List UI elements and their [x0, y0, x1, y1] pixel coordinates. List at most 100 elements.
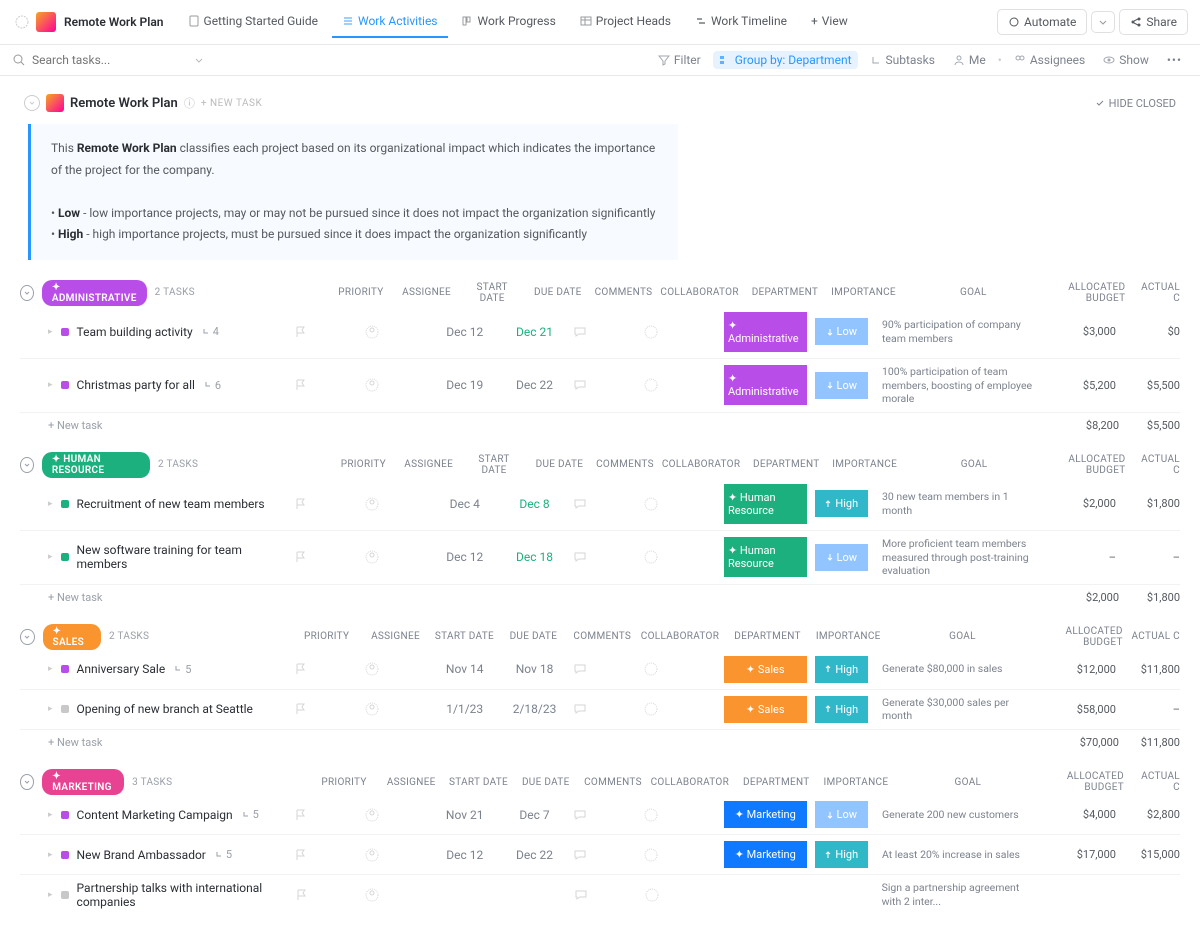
automate-dropdown-button[interactable] — [1091, 11, 1115, 33]
view-tab-work-activities[interactable]: Work Activities — [332, 6, 448, 38]
due-date-cell[interactable]: Dec 22 — [504, 378, 566, 392]
collapse-icon[interactable] — [20, 457, 34, 473]
comments-cell[interactable] — [573, 497, 635, 511]
task-name[interactable]: Christmas party for all — [77, 378, 195, 392]
collaborator-cell[interactable] — [644, 887, 717, 903]
col-goal[interactable]: GOAL — [897, 287, 1050, 298]
collaborator-cell[interactable] — [643, 324, 716, 340]
subtask-indicator[interactable]: 5 — [241, 808, 259, 821]
assignee-cell[interactable] — [364, 324, 426, 340]
group-pill[interactable]: ✦ Human Resource — [42, 452, 150, 478]
task-name[interactable]: New Brand Ambassador — [77, 848, 206, 862]
group-pill[interactable]: ✦ Sales — [43, 624, 101, 650]
start-date-cell[interactable]: Dec 12 — [434, 848, 496, 862]
task-row[interactable]: ▸ Partnership talks with international c… — [20, 875, 1180, 915]
importance-tag[interactable]: High — [815, 490, 868, 517]
group-pill[interactable]: ✦ Administrative — [42, 280, 147, 306]
col-importance[interactable]: IMPORTANCE — [832, 459, 890, 470]
task-row[interactable]: ▸ Anniversary Sale 5 Nov 14 Nov 18 ✦ Sal… — [20, 650, 1180, 690]
comments-cell[interactable] — [573, 808, 635, 822]
col-dept[interactable]: DEPARTMENT — [748, 459, 824, 470]
status-square-icon[interactable] — [61, 328, 69, 336]
assignee-cell[interactable] — [364, 847, 426, 863]
priority-cell[interactable] — [294, 662, 356, 676]
col-dept[interactable]: DEPARTMENT — [737, 777, 815, 788]
col-due[interactable]: DUE DATE — [503, 631, 564, 642]
start-date-cell[interactable]: Nov 14 — [434, 662, 496, 676]
goal-cell[interactable]: Generate $80,000 in sales — [876, 662, 1041, 676]
actual-cell[interactable]: – — [1130, 551, 1180, 564]
group-pill[interactable]: ✦ Marketing — [42, 769, 124, 795]
department-tag[interactable]: ✦ Sales — [724, 656, 807, 683]
importance-tag[interactable]: High — [815, 696, 868, 723]
department-tag[interactable]: ✦ Administrative — [724, 312, 807, 352]
col-collab[interactable]: COLLABORATOR — [660, 287, 738, 298]
priority-cell[interactable] — [294, 848, 356, 862]
view-tab-work-progress[interactable]: Work Progress — [452, 6, 566, 38]
filter-button[interactable]: Filter — [652, 51, 707, 69]
caret-icon[interactable]: ▸ — [48, 552, 53, 562]
col-actual[interactable]: ACTUAL C — [1133, 282, 1180, 304]
department-tag[interactable]: ✦ Marketing — [724, 801, 807, 828]
actual-cell[interactable]: $1,800 — [1130, 497, 1180, 510]
goal-cell[interactable]: Generate $30,000 sales per month — [876, 696, 1041, 723]
hide-closed-button[interactable]: HIDE CLOSED — [1095, 97, 1176, 110]
start-date-cell[interactable]: Dec 12 — [434, 325, 496, 339]
caret-icon[interactable]: ▸ — [48, 704, 53, 714]
col-budget[interactable]: ALLOCATED BUDGET — [1054, 771, 1124, 793]
view-tab-work-timeline[interactable]: Work Timeline — [685, 6, 797, 38]
budget-cell[interactable]: $3,000 — [1049, 325, 1122, 338]
search-input[interactable] — [32, 53, 188, 67]
col-goal[interactable]: GOAL — [889, 777, 1046, 788]
task-row[interactable]: ▸ New Brand Ambassador 5 Dec 12 Dec 22 ✦… — [20, 835, 1180, 875]
comments-cell[interactable] — [574, 888, 636, 902]
actual-cell[interactable]: $0 — [1130, 325, 1180, 338]
actual-cell[interactable]: $5,500 — [1130, 379, 1180, 392]
goal-cell[interactable]: 30 new team members in 1 month — [876, 490, 1041, 517]
priority-cell[interactable] — [294, 497, 356, 511]
caret-icon[interactable]: ▸ — [48, 664, 53, 674]
col-due[interactable]: DUE DATE — [531, 459, 588, 470]
view-tab-add[interactable]: + View — [801, 6, 858, 38]
status-square-icon[interactable] — [61, 851, 69, 859]
task-row[interactable]: ▸ Team building activity 4 Dec 12 Dec 21… — [20, 306, 1180, 359]
start-date-cell[interactable]: Dec 19 — [434, 378, 496, 392]
assignee-cell[interactable] — [364, 887, 426, 903]
new-task-header-button[interactable]: + NEW TASK — [201, 98, 262, 109]
assignee-cell[interactable] — [364, 701, 426, 717]
app-logo-icon[interactable] — [12, 12, 32, 32]
col-due[interactable]: DUE DATE — [516, 777, 575, 788]
status-square-icon[interactable] — [61, 381, 69, 389]
col-goal[interactable]: GOAL — [882, 631, 1043, 642]
assignee-cell[interactable] — [364, 661, 426, 677]
due-date-cell[interactable]: Dec 22 — [504, 848, 566, 862]
department-tag[interactable]: ✦ Human Resource — [724, 537, 807, 577]
priority-cell[interactable] — [294, 808, 356, 822]
col-budget[interactable]: ALLOCATED BUDGET — [1058, 282, 1126, 304]
budget-cell[interactable]: $4,000 — [1049, 808, 1122, 821]
assignee-cell[interactable] — [364, 496, 426, 512]
budget-cell[interactable]: $12,000 — [1049, 663, 1122, 676]
col-priority[interactable]: PRIORITY — [335, 459, 392, 470]
task-name[interactable]: New software training for team members — [77, 543, 287, 571]
col-assignee[interactable]: ASSIGNEE — [365, 631, 426, 642]
col-collab[interactable]: COLLABORATOR — [641, 631, 719, 642]
col-actual[interactable]: ACTUAL C — [1134, 454, 1180, 476]
col-comments[interactable]: COMMENTS — [583, 777, 642, 788]
subtasks-button[interactable]: Subtasks — [864, 51, 941, 69]
due-date-cell[interactable]: Dec 18 — [504, 550, 566, 564]
automate-button[interactable]: Automate — [997, 9, 1087, 35]
col-goal[interactable]: GOAL — [898, 459, 1050, 470]
priority-cell[interactable] — [294, 550, 356, 564]
view-tab-project-heads[interactable]: Project Heads — [570, 6, 681, 38]
assignee-cell[interactable] — [364, 377, 426, 393]
actual-cell[interactable]: $15,000 — [1130, 848, 1180, 861]
list-title[interactable]: Remote Work Plan — [64, 15, 164, 29]
more-button[interactable]: ••• — [1161, 51, 1188, 69]
assignee-cell[interactable] — [364, 549, 426, 565]
due-date-cell[interactable]: Dec 7 — [504, 808, 566, 822]
comments-cell[interactable] — [573, 848, 635, 862]
show-button[interactable]: Show — [1097, 51, 1155, 69]
department-tag[interactable]: ✦ Marketing — [724, 841, 807, 868]
goal-cell[interactable]: Sign a partnership agreement with 2 inte… — [876, 881, 1041, 908]
